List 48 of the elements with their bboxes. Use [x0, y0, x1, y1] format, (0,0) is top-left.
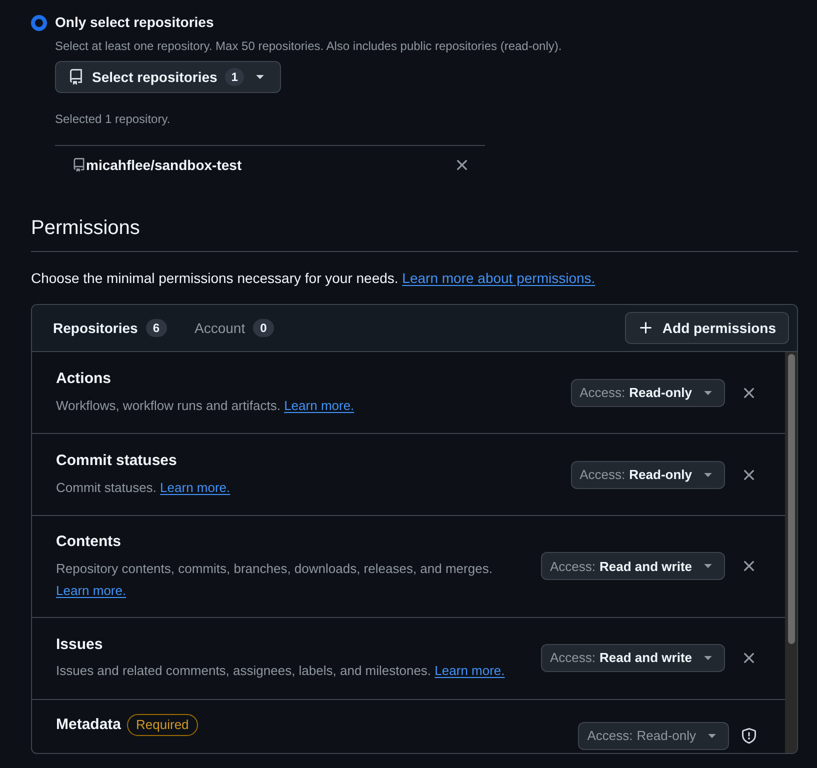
plus-icon: [638, 320, 654, 336]
select-repositories-button[interactable]: Select repositories 1: [55, 61, 281, 93]
repo-icon: [68, 69, 84, 85]
count-badge: 1: [225, 68, 244, 86]
close-icon: [744, 470, 754, 480]
permission-name: Actions: [56, 369, 112, 390]
access-dropdown[interactable]: Access: Read-only: [570, 378, 725, 406]
learn-more-link[interactable]: Learn more.: [284, 398, 354, 413]
access-dropdown[interactable]: Access: Read and write: [541, 552, 725, 580]
repo-icon: [72, 158, 86, 172]
tab[interactable]: Account 0: [194, 318, 274, 338]
required-label: Required: [127, 714, 198, 736]
close-icon: [744, 561, 754, 572]
permission-description: Issues and related comments, assignees, labels, and milestones. Learn more.: [56, 662, 506, 680]
access-dropdown[interactable]: Access: Read-only: [570, 460, 725, 488]
caret-icon: [256, 75, 264, 79]
permissions-intro: Choose the minimal permissions necessary for your needs. Learn more about permissions.: [31, 269, 596, 288]
learn-more-link[interactable]: Learn more about permissions.: [402, 270, 596, 286]
repository-name: micahflee/sandbox-test: [86, 156, 243, 174]
close-icon: [744, 388, 754, 398]
tab[interactable]: Repositories 6: [53, 318, 166, 338]
remove-button[interactable]: [457, 160, 467, 170]
permission-name: Commit statuses: [56, 451, 177, 472]
caret-icon: [704, 390, 712, 394]
permission-description: Repository contents, commits, branches, downloads, releases, and merges. Learn more.: [56, 558, 526, 602]
learn-more-link[interactable]: Learn more.: [56, 580, 126, 602]
caret-icon: [704, 656, 712, 660]
access-dropdown[interactable]: Access: Read and write: [541, 644, 725, 672]
close-icon: [457, 160, 467, 170]
shield-icon: [741, 728, 757, 744]
permission-name: Contents: [56, 532, 121, 552]
caret-icon: [708, 734, 716, 738]
permission-name: Metadata: [56, 714, 122, 734]
close-icon: [744, 653, 754, 663]
section-heading: Permissions: [31, 213, 798, 252]
selected-summary: Selected 1 repository.: [55, 111, 172, 128]
permission-description: Commit statuses. Learn more.: [56, 478, 232, 497]
radio-button[interactable]: [31, 14, 47, 30]
add-permissions-button[interactable]: Add permissions: [625, 312, 789, 344]
learn-more-link[interactable]: Learn more.: [160, 480, 230, 495]
permission-name: Issues: [56, 634, 103, 655]
caret-icon: [704, 564, 712, 568]
option-description: Select at least one repository. Max 50 repositories. Also includes public repositories (read-only).: [55, 38, 563, 55]
scrollbar[interactable]: [785, 352, 797, 753]
permission-description: Workflows, workflow runs and artifacts. Learn more.: [56, 396, 356, 415]
caret-icon: [704, 472, 712, 476]
learn-more-link[interactable]: Learn more.: [434, 663, 505, 678]
option-label: Only select repositories: [55, 13, 214, 32]
